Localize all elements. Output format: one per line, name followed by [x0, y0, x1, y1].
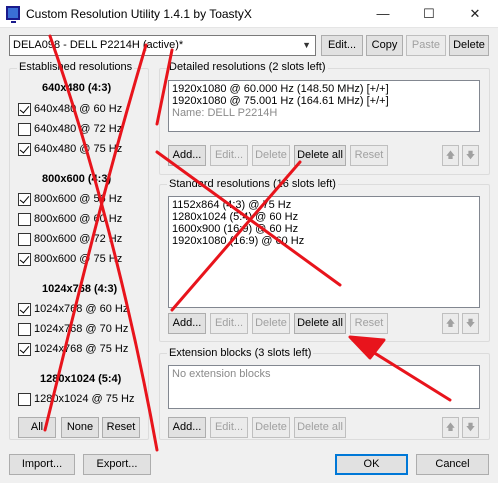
extension-blocks-title: Extension blocks (3 slots left): [167, 347, 314, 360]
group-heading-1280x1024: 1280x1024 (5:4): [40, 373, 122, 385]
checkbox-640x480-75[interactable]: 640x480 @ 75 Hz: [18, 142, 122, 156]
list-item[interactable]: Name: DELL P2214H: [172, 107, 476, 119]
checkbox-800x600-75[interactable]: 800x600 @ 75 Hz: [18, 252, 122, 266]
minimize-button[interactable]: —: [360, 0, 406, 28]
list-item[interactable]: 1920x1080 @ 60.000 Hz (148.50 MHz) [+/+]: [172, 83, 476, 95]
checkbox-1280x1024-75[interactable]: 1280x1024 @ 75 Hz: [18, 392, 134, 406]
checkbox-1024x768-60[interactable]: 1024x768 @ 60 Hz: [18, 302, 128, 316]
group-heading-1024x768: 1024x768 (4:3): [42, 283, 118, 295]
checkbox-checked-icon[interactable]: [18, 302, 31, 316]
standard-delete-button[interactable]: Delete: [252, 313, 290, 334]
export-button[interactable]: Export...: [83, 454, 151, 475]
checkbox-640x480-72[interactable]: 640x480 @ 72 Hz: [18, 122, 122, 136]
ok-button[interactable]: OK: [335, 454, 408, 475]
title-bar: Custom Resolution Utility 1.4.1 by Toast…: [0, 0, 498, 28]
checkbox-checked-icon[interactable]: [18, 342, 31, 356]
standard-edit-button[interactable]: Edit...: [210, 313, 248, 334]
checkbox-unchecked-icon[interactable]: [18, 392, 31, 406]
window-title: Custom Resolution Utility 1.4.1 by Toast…: [26, 7, 252, 21]
standard-resolutions-list[interactable]: 1152x864 (4:3) @ 75 Hz 1280x1024 (5:4) @…: [168, 196, 480, 308]
group-heading-640x480: 640x480 (4:3): [42, 82, 112, 94]
reset-established-button[interactable]: Reset: [102, 417, 140, 438]
copy-button[interactable]: Copy: [366, 35, 403, 56]
checkbox-checked-icon[interactable]: [18, 192, 31, 206]
standard-reset-button[interactable]: Reset: [350, 313, 388, 334]
arrow-up-icon[interactable]: 🡅: [442, 145, 459, 166]
empty-list-text: No extension blocks: [172, 368, 271, 380]
chevron-down-icon: ▼: [302, 40, 311, 50]
extension-add-button[interactable]: Add...: [168, 417, 206, 438]
checkbox-unchecked-icon[interactable]: [18, 232, 31, 246]
arrow-down-icon[interactable]: 🡇: [462, 145, 479, 166]
maximize-button[interactable]: ☐: [406, 0, 452, 28]
extension-blocks-list[interactable]: No extension blocks: [168, 365, 480, 409]
arrow-down-icon[interactable]: 🡇: [462, 417, 479, 438]
checkbox-checked-icon[interactable]: [18, 252, 31, 266]
established-resolutions-title: Established resolutions: [17, 61, 135, 74]
delete-monitor-button[interactable]: Delete: [449, 35, 489, 56]
extension-delete-all-button[interactable]: Delete all: [294, 417, 346, 438]
extension-edit-button[interactable]: Edit...: [210, 417, 248, 438]
checkbox-800x600-72[interactable]: 800x600 @ 72 Hz: [18, 232, 122, 246]
monitor-select[interactable]: DELA098 - DELL P2214H (active)* ▼: [9, 35, 316, 56]
list-item[interactable]: 1280x1024 (5:4) @ 60 Hz: [172, 211, 476, 223]
detailed-add-button[interactable]: Add...: [168, 145, 206, 166]
select-none-button[interactable]: None: [61, 417, 99, 438]
import-button[interactable]: Import...: [9, 454, 75, 475]
arrow-up-icon[interactable]: 🡅: [442, 417, 459, 438]
checkbox-checked-icon[interactable]: [18, 102, 31, 116]
checkbox-800x600-60[interactable]: 800x600 @ 60 Hz: [18, 212, 122, 226]
checkbox-800x600-56[interactable]: 800x600 @ 56 Hz: [18, 192, 122, 206]
detailed-delete-all-button[interactable]: Delete all: [294, 145, 346, 166]
standard-add-button[interactable]: Add...: [168, 313, 206, 334]
monitor-select-value: DELA098 - DELL P2214H (active)*: [13, 39, 184, 51]
list-item[interactable]: 1600x900 (16:9) @ 60 Hz: [172, 223, 476, 235]
monitor-icon: [6, 6, 20, 23]
standard-resolutions-title: Standard resolutions (16 slots left): [167, 178, 338, 191]
list-item[interactable]: 1920x1080 @ 75.001 Hz (164.61 MHz) [+/+]: [172, 95, 476, 107]
list-item[interactable]: 1920x1080 (16:9) @ 60 Hz: [172, 235, 476, 247]
edit-monitor-button[interactable]: Edit...: [321, 35, 363, 56]
detailed-delete-button[interactable]: Delete: [252, 145, 290, 166]
checkbox-1024x768-75[interactable]: 1024x768 @ 75 Hz: [18, 342, 128, 356]
detailed-resolutions-title: Detailed resolutions (2 slots left): [167, 61, 328, 74]
standard-delete-all-button[interactable]: Delete all: [294, 313, 346, 334]
close-button[interactable]: ✕: [452, 0, 498, 28]
paste-button[interactable]: Paste: [406, 35, 446, 56]
checkbox-unchecked-icon[interactable]: [18, 212, 31, 226]
list-item[interactable]: 1152x864 (4:3) @ 75 Hz: [172, 199, 476, 211]
select-all-button[interactable]: All: [18, 417, 56, 438]
extension-delete-button[interactable]: Delete: [252, 417, 290, 438]
cancel-button[interactable]: Cancel: [416, 454, 489, 475]
detailed-resolutions-list[interactable]: 1920x1080 @ 60.000 Hz (148.50 MHz) [+/+]…: [168, 80, 480, 132]
checkbox-checked-icon[interactable]: [18, 142, 31, 156]
group-heading-800x600: 800x600 (4:3): [42, 173, 112, 185]
checkbox-unchecked-icon[interactable]: [18, 322, 31, 336]
detailed-reset-button[interactable]: Reset: [350, 145, 388, 166]
checkbox-unchecked-icon[interactable]: [18, 122, 31, 136]
checkbox-640x480-60[interactable]: 640x480 @ 60 Hz: [18, 102, 122, 116]
arrow-up-icon[interactable]: 🡅: [442, 313, 459, 334]
checkbox-1024x768-70[interactable]: 1024x768 @ 70 Hz: [18, 322, 128, 336]
arrow-down-icon[interactable]: 🡇: [462, 313, 479, 334]
detailed-edit-button[interactable]: Edit...: [210, 145, 248, 166]
